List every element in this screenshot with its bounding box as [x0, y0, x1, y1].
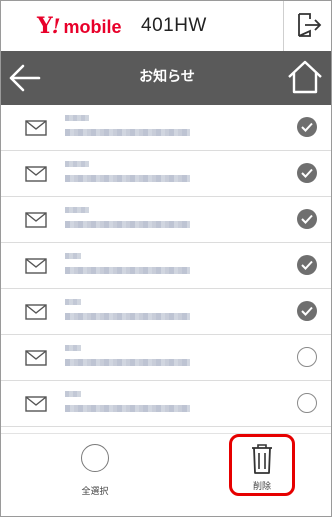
- redacted-date: [65, 405, 190, 412]
- envelope-icon: [25, 258, 47, 274]
- checkmark-circle-icon[interactable]: [297, 209, 317, 229]
- home-icon: [288, 60, 322, 94]
- message-row[interactable]: [1, 335, 331, 381]
- check-icon: [301, 168, 313, 178]
- redacted-title: [65, 253, 81, 259]
- message-row[interactable]: [1, 381, 331, 427]
- select-all-circle-icon: [81, 444, 109, 472]
- envelope-icon: [25, 350, 47, 366]
- check-icon: [301, 260, 313, 270]
- bottom-toolbar: 全選択 削除: [1, 433, 331, 516]
- brand-logo: Y! mobile: [37, 15, 122, 39]
- select-all-button[interactable]: 全選択: [75, 440, 125, 515]
- redacted-title: [65, 299, 81, 305]
- redacted-date: [65, 129, 190, 136]
- envelope-icon: [25, 304, 47, 320]
- redacted-date: [65, 175, 190, 182]
- device-model: 401HW: [141, 15, 207, 36]
- checkmark-circle-icon[interactable]: [297, 117, 317, 137]
- header-bar: お知らせ: [1, 51, 331, 105]
- redacted-title: [65, 161, 89, 167]
- brand-logo-bang: !: [51, 14, 61, 38]
- empty-circle-icon[interactable]: [297, 347, 317, 367]
- checkmark-circle-icon[interactable]: [297, 163, 317, 183]
- redacted-title: [65, 115, 89, 121]
- message-row[interactable]: [1, 289, 331, 335]
- message-row[interactable]: [1, 105, 331, 151]
- delete-button[interactable]: 削除: [229, 434, 295, 496]
- envelope-icon: [25, 212, 47, 228]
- select-all-label: 全選択: [81, 487, 109, 497]
- checkmark-circle-icon[interactable]: [297, 301, 317, 321]
- check-icon: [301, 214, 313, 224]
- redacted-date: [65, 313, 190, 320]
- message-row[interactable]: [1, 197, 331, 243]
- empty-circle-icon[interactable]: [297, 393, 317, 413]
- check-icon: [301, 306, 313, 316]
- trash-icon: [252, 444, 272, 474]
- brand-logo-text: mobile: [63, 17, 122, 37]
- message-row[interactable]: [1, 243, 331, 289]
- brand-logo-y: Y: [37, 13, 53, 39]
- redacted-title: [65, 207, 89, 213]
- brand-bar: Y! mobile 401HW: [1, 1, 331, 51]
- app-frame: Y! mobile 401HW お知らせ 全選択 削除: [0, 0, 332, 517]
- envelope-icon: [25, 120, 47, 136]
- envelope-icon: [25, 396, 47, 412]
- redacted-title: [65, 391, 81, 397]
- logout-arrow-icon: [298, 13, 322, 37]
- page-title: お知らせ: [139, 69, 195, 85]
- redacted-title: [65, 345, 81, 351]
- home-button[interactable]: [285, 57, 329, 99]
- logout-button[interactable]: [283, 1, 331, 51]
- redacted-date: [65, 267, 190, 274]
- delete-label: 削除: [252, 482, 271, 492]
- redacted-date: [65, 359, 190, 366]
- message-row[interactable]: [1, 151, 331, 197]
- check-icon: [301, 122, 313, 132]
- envelope-icon: [25, 166, 47, 182]
- redacted-date: [65, 221, 190, 228]
- checkmark-circle-icon[interactable]: [297, 255, 317, 275]
